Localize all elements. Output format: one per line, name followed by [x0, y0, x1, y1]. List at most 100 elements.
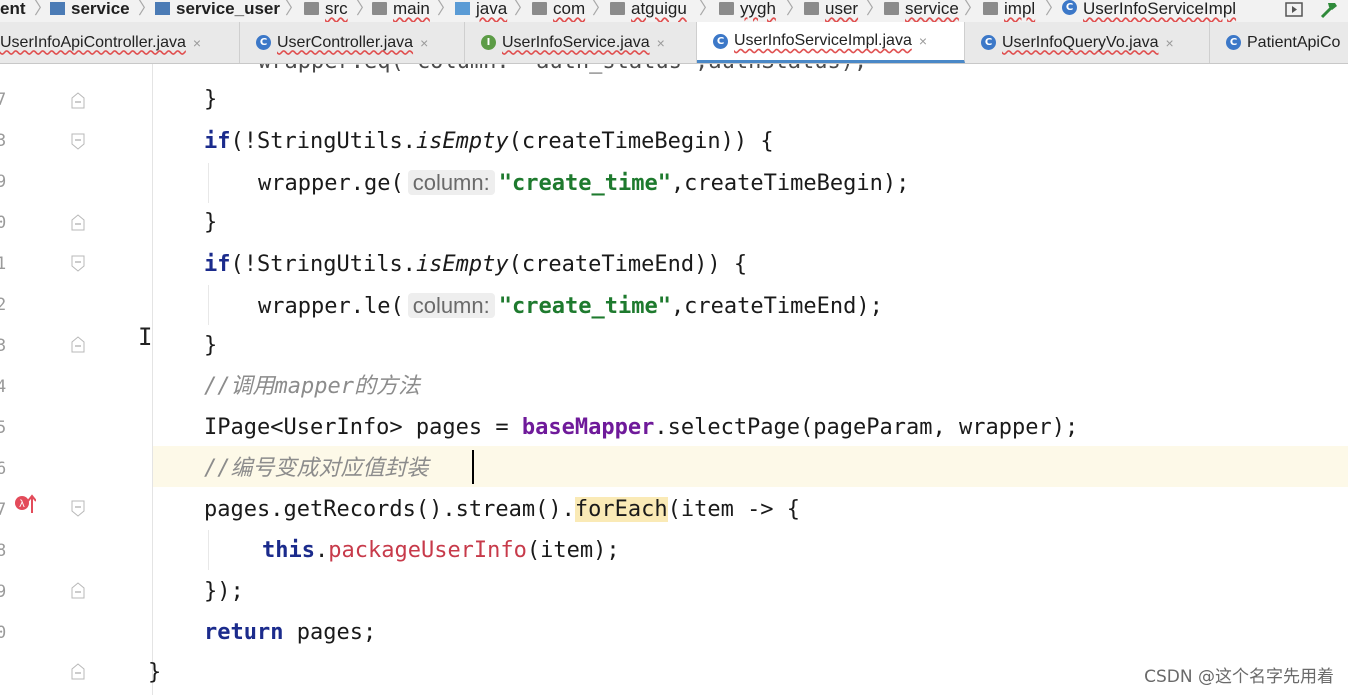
code-line: pages.getRecords().stream().forEach(item… [204, 497, 801, 522]
breadcrumb-separator: 〉 [437, 0, 454, 19]
line-number: 1 [0, 254, 7, 274]
breadcrumb-separator: 〉 [138, 0, 155, 19]
line-number: 2 [0, 295, 7, 315]
breadcrumb-item-impl[interactable]: impl [983, 0, 1035, 22]
module-icon [155, 2, 170, 15]
code-comment: //调用mapper的方法 [204, 374, 420, 399]
breadcrumb-item-class[interactable]: C UserInfoServiceImpl [1062, 0, 1236, 22]
breadcrumb-item-atguigu[interactable]: atguigu [610, 0, 687, 22]
class-icon: C [1062, 0, 1077, 15]
code-line: } [204, 333, 218, 358]
code-editor[interactable]: 7 3 9 0 1 2 3 4 5 6 7 8 9 0 λ wrapper.eq… [0, 64, 1348, 695]
code-line: } [204, 210, 218, 235]
code-line: wrapper.le(column: "create_time",createTi… [258, 293, 883, 319]
line-number: 9 [0, 172, 7, 192]
indent-guide [208, 163, 209, 203]
breadcrumb-separator: 〉 [1045, 0, 1062, 19]
breadcrumb-separator: 〉 [34, 0, 51, 19]
breadcrumb-separator: 〉 [964, 0, 981, 19]
breadcrumb-item-service-pkg[interactable]: service [884, 0, 959, 22]
code-line: }); [204, 579, 244, 604]
fold-end-icon[interactable] [68, 580, 88, 600]
class-icon: C [981, 35, 996, 50]
fold-start-icon[interactable] [68, 499, 88, 519]
parameter-hint: column: [407, 293, 495, 318]
text-caret [472, 450, 474, 484]
line-number: 4 [0, 377, 7, 397]
close-icon[interactable]: × [1166, 35, 1174, 51]
tab-patientapicontroller[interactable]: C PatientApiCo [1210, 22, 1348, 63]
line-number: 8 [0, 541, 7, 561]
breadcrumb-separator: 〉 [514, 0, 531, 19]
code-line: } [148, 660, 162, 685]
code-line: IPage<UserInfo> pages = baseMapper.selec… [204, 415, 1079, 440]
fold-end-icon[interactable] [68, 90, 88, 110]
package-icon [532, 2, 547, 15]
indent-guide [208, 285, 209, 325]
fold-start-icon[interactable] [68, 254, 88, 274]
line-number: 7 [0, 90, 7, 110]
code-line: } [204, 87, 218, 112]
breadcrumb-item-src[interactable]: src [304, 0, 348, 22]
package-icon [804, 2, 819, 15]
close-icon[interactable]: × [919, 33, 927, 49]
breadcrumb-item-ent[interactable]: ent [0, 0, 26, 22]
breadcrumb-separator: 〉 [356, 0, 373, 19]
module-icon [50, 2, 65, 15]
source-folder-icon [455, 2, 470, 15]
breadcrumb: ent 〉 service 〉 service_user 〉 src 〉 mai… [0, 0, 1348, 23]
line-number: 7 [0, 500, 7, 520]
watermark: CSDN @这个名字先用着 [1144, 667, 1334, 687]
package-icon [719, 2, 734, 15]
breadcrumb-item-service-user[interactable]: service_user [155, 0, 280, 22]
breadcrumb-separator: 〉 [866, 0, 883, 19]
indent-guide [208, 530, 209, 570]
breadcrumb-separator: 〉 [592, 0, 609, 19]
tab-usercontroller[interactable]: C UserController.java × [240, 22, 465, 63]
code-line-partial: wrapper.eq( column: "auth_status",authSt… [258, 64, 867, 82]
fold-start-icon[interactable] [68, 132, 88, 152]
line-number: 3 [0, 131, 7, 151]
lambda-icon[interactable]: λ [14, 493, 36, 515]
breadcrumb-separator: 〉 [285, 0, 302, 19]
code-line: return pages; [204, 620, 377, 645]
breadcrumb-item-com[interactable]: com [532, 0, 585, 22]
breadcrumb-item-user[interactable]: user [804, 0, 858, 22]
tab-userinfoapicontroller[interactable]: UserInfoApiController.java × [0, 22, 240, 63]
breadcrumb-item-java[interactable]: java [455, 0, 507, 22]
tab-userinfoqueryvo[interactable]: C UserInfoQueryVo.java × [965, 22, 1210, 63]
fold-end-icon[interactable] [68, 212, 88, 232]
tab-userinfoservice[interactable]: I UserInfoService.java × [465, 22, 697, 63]
line-number: 9 [0, 582, 7, 602]
code-line: this.packageUserInfo(item); [262, 538, 620, 563]
fold-end-icon[interactable] [68, 661, 88, 681]
warning-highlight: forEach [574, 497, 668, 522]
close-icon[interactable]: × [420, 35, 428, 51]
code-line: if(!StringUtils.isEmpty(createTimeBegin)… [204, 129, 774, 154]
class-icon: C [713, 33, 728, 49]
close-icon[interactable]: × [657, 35, 665, 51]
code-line: if(!StringUtils.isEmpty(createTimeEnd)) … [204, 252, 748, 277]
package-icon [610, 2, 625, 15]
breadcrumb-item-main[interactable]: main [372, 0, 430, 22]
fold-end-icon[interactable] [68, 334, 88, 354]
tab-userinfoserviceimpl[interactable]: C UserInfoServiceImpl.java × [697, 22, 965, 63]
current-line-highlight [0, 446, 1348, 487]
line-number: 0 [0, 213, 7, 233]
svg-text:λ: λ [19, 499, 25, 510]
code-comment: //编号变成对应值封装 [204, 456, 429, 481]
folder-icon [372, 2, 387, 15]
package-icon [884, 2, 899, 15]
breadcrumb-item-yygh[interactable]: yygh [719, 0, 776, 22]
editor-tabs: UserInfoApiController.java × C UserControl… [0, 22, 1348, 64]
line-number: 3 [0, 336, 7, 356]
interface-icon: I [481, 35, 496, 50]
line-number: 6 [0, 459, 7, 479]
run-config-icon[interactable] [1284, 0, 1304, 20]
breadcrumb-item-service[interactable]: service [50, 0, 130, 22]
class-icon: C [256, 35, 271, 50]
parameter-hint: column: [407, 170, 495, 195]
build-hammer-icon[interactable] [1318, 0, 1340, 20]
close-icon[interactable]: × [193, 35, 201, 51]
line-number: 5 [0, 418, 7, 438]
